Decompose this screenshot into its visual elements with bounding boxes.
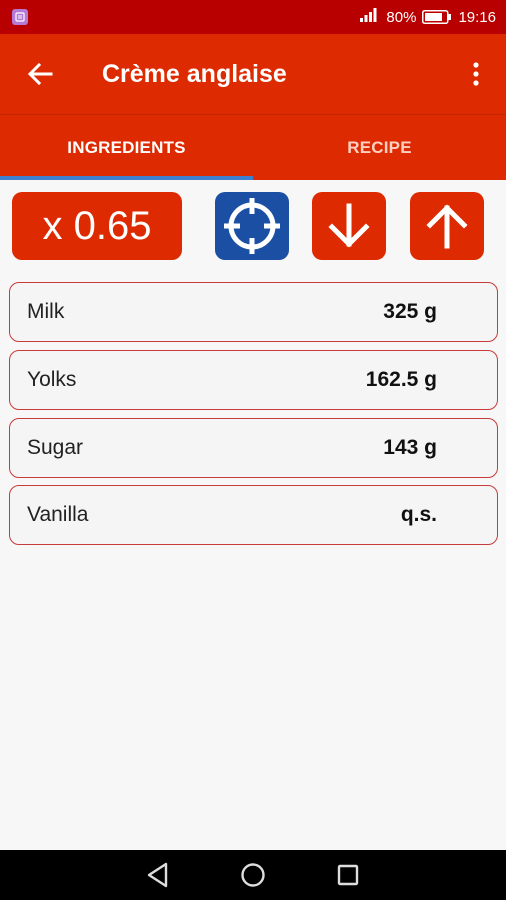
signal-icon bbox=[360, 8, 380, 26]
ingredient-quantity: 162.5 g bbox=[365, 368, 437, 391]
status-left bbox=[12, 9, 28, 25]
nav-recents-icon bbox=[338, 864, 359, 886]
page-title: Crème anglaise bbox=[102, 59, 287, 88]
increase-button[interactable] bbox=[410, 192, 484, 260]
nav-recents-button[interactable] bbox=[328, 855, 368, 895]
app-notification-icon bbox=[12, 9, 28, 25]
nav-back-icon bbox=[147, 862, 167, 888]
arrow-down-icon bbox=[328, 203, 370, 248]
ingredient-row-yolks[interactable]: Yolks 162.5 g bbox=[9, 350, 498, 410]
nav-home-icon bbox=[241, 863, 265, 887]
ingredient-row-vanilla[interactable]: Vanilla q.s. bbox=[9, 485, 498, 545]
nav-back-button[interactable] bbox=[138, 855, 178, 895]
more-vert-icon bbox=[473, 62, 479, 86]
back-arrow-icon bbox=[27, 62, 53, 86]
ingredient-row-milk[interactable]: Milk 325 g bbox=[9, 282, 498, 342]
system-nav-bar bbox=[0, 850, 506, 900]
ingredient-quantity: 325 g bbox=[383, 300, 437, 323]
ingredient-name: Vanilla bbox=[27, 503, 89, 526]
nav-home-button[interactable] bbox=[233, 855, 273, 895]
scale-factor-button[interactable]: x 0.65 bbox=[12, 192, 182, 260]
battery-icon bbox=[422, 10, 452, 24]
ingredient-row-sugar[interactable]: Sugar 143 g bbox=[9, 418, 498, 478]
status-time: 19:16 bbox=[458, 8, 496, 26]
status-bar: 80% 19:16 bbox=[0, 0, 506, 34]
status-right: 80% 19:16 bbox=[360, 8, 496, 26]
battery-percent: 80% bbox=[386, 8, 417, 26]
ingredient-quantity: q.s. bbox=[400, 503, 437, 526]
arrow-up-icon bbox=[426, 204, 468, 249]
ingredient-quantity: 143 g bbox=[383, 436, 437, 459]
reset-target-button[interactable] bbox=[215, 192, 289, 260]
tab-recipe[interactable]: RECIPE bbox=[253, 115, 506, 180]
ingredient-name: Sugar bbox=[27, 436, 84, 459]
ingredient-name: Yolks bbox=[27, 368, 77, 391]
ingredient-name: Milk bbox=[27, 300, 65, 323]
crosshair-icon bbox=[224, 198, 280, 254]
app-bar: Crème anglaise bbox=[0, 34, 506, 114]
tab-ingredients[interactable]: INGREDIENTS bbox=[0, 115, 253, 180]
scale-controls: x 0.65 bbox=[0, 190, 506, 262]
decrease-button[interactable] bbox=[312, 192, 386, 260]
overflow-menu-button[interactable] bbox=[446, 34, 506, 114]
tab-bar: INGREDIENTS RECIPE bbox=[0, 114, 506, 180]
back-button[interactable] bbox=[0, 34, 80, 114]
